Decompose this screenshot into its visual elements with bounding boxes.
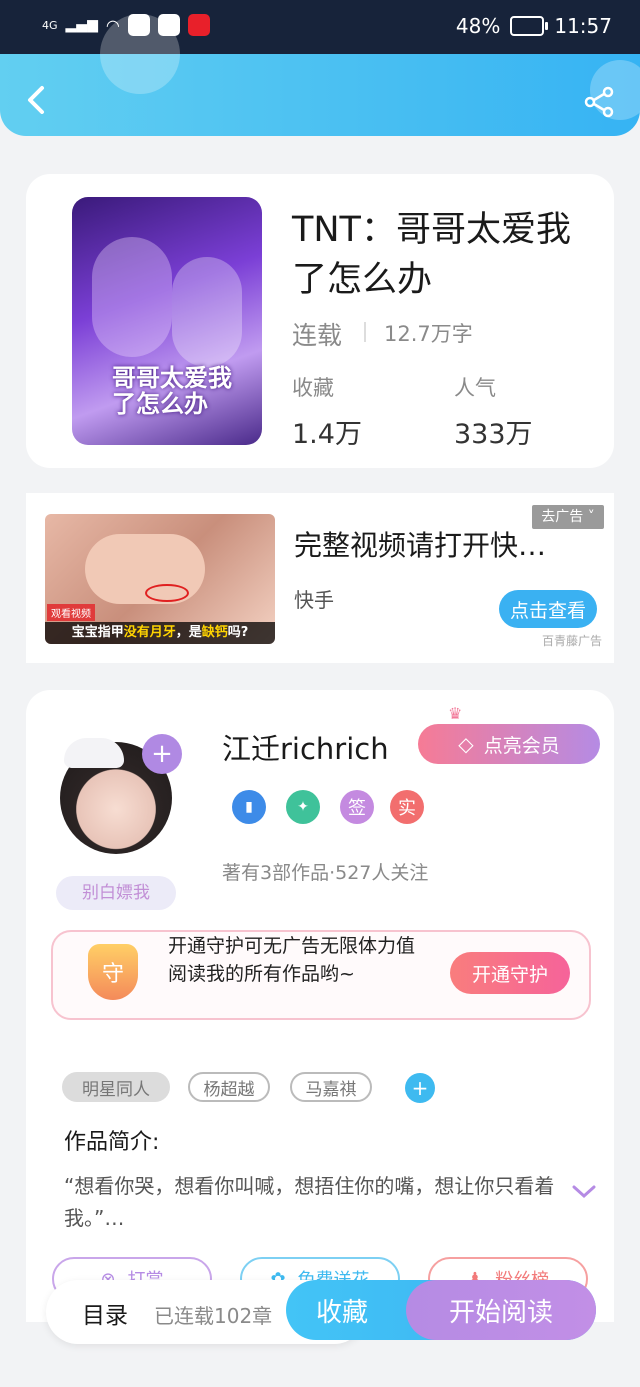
author-name: 江迁richrich: [222, 732, 389, 766]
popularity-value: 333万: [454, 419, 533, 450]
ad-highlight-circle: [145, 584, 189, 602]
expand-intro-button[interactable]: [572, 1184, 596, 1204]
network-label: 4G: [42, 18, 58, 32]
share-icon: [584, 86, 614, 118]
badge-signed: 签: [340, 790, 374, 824]
cover-title: 哥哥太爱我了怎么办: [112, 364, 232, 418]
ad-image[interactable]: 观看视频 宝宝指甲没有月牙，是缺钙吗?: [45, 514, 275, 644]
plus-icon: +: [411, 1076, 429, 1100]
status-bar: 4G ▂▄▆ ◠ 48% 11:57: [0, 0, 640, 54]
ad-view-button[interactable]: 点击查看: [499, 590, 597, 628]
book-cover[interactable]: 哥哥太爱我了怎么办: [72, 197, 262, 445]
crown-icon: ♛: [448, 704, 463, 723]
back-button[interactable]: [22, 84, 52, 114]
diamond-icon: ◇: [458, 732, 474, 756]
collect-button[interactable]: 收藏: [290, 1280, 394, 1340]
collect-value: 1.4万: [292, 419, 362, 450]
tag-item[interactable]: 马嘉祺: [290, 1072, 372, 1102]
ad-title[interactable]: 完整视频请打开快…: [294, 524, 546, 564]
vip-button[interactable]: ◇ 点亮会员: [418, 724, 600, 764]
plus-icon: +: [151, 739, 173, 769]
app-notify-icon-3: [187, 14, 210, 36]
start-reading-button[interactable]: 开始阅读: [406, 1280, 596, 1340]
divider: [364, 322, 366, 342]
chevron-down-icon: ˅: [583, 509, 595, 525]
tag-category[interactable]: 明星同人: [62, 1072, 170, 1102]
vip-button-label: 点亮会员: [483, 734, 560, 757]
ad-caption-highlight: 缺钙: [201, 625, 228, 640]
add-tag-button[interactable]: +: [405, 1073, 435, 1103]
ad-caption: 宝宝指甲没有月牙，是缺钙吗?: [45, 622, 275, 644]
ad-video-badge: 观看视频: [47, 604, 95, 621]
chapter-count: 已连载102章: [154, 1304, 273, 1328]
decor-bubble: [100, 14, 180, 94]
intro-heading: 作品简介:: [64, 1130, 160, 1155]
cover-figure: [172, 257, 242, 367]
chevron-down-icon: [572, 1185, 596, 1199]
guard-text: 开通守护可无广告无限体力值阅读我的所有作品哟~: [168, 935, 416, 985]
intro-text: “想看你哭，想看你叫喊，想捂住你的嘴，想让你只看着我。”…: [64, 1174, 555, 1230]
remove-ad-label: 去广告: [541, 509, 584, 525]
popularity-label: 人气: [454, 376, 496, 400]
badge-handshake-icon: ✦: [286, 790, 320, 824]
badge-verified: 实: [390, 790, 424, 824]
collect-label: 收藏: [292, 376, 334, 400]
author-stats: 著有3部作品·527人关注: [222, 862, 429, 884]
ad-caption-suffix: 吗?: [227, 625, 249, 640]
battery-percent: 48%: [455, 14, 501, 38]
avatar-hat: [64, 738, 124, 768]
ad-caption-prefix: 宝宝指甲: [71, 625, 124, 640]
status-right: 48% 11:57: [456, 14, 612, 38]
chevron-left-icon: [28, 86, 44, 114]
signal-icon: ▂▄▆: [65, 17, 98, 33]
word-count: 12.7万字: [384, 322, 473, 346]
toc-button[interactable]: 目录: [82, 1296, 128, 1330]
book-status: 连载: [292, 321, 343, 350]
guard-button[interactable]: 开通守护: [450, 952, 570, 994]
book-title: TNT：哥哥太爱我了怎么办: [292, 210, 571, 300]
follow-button[interactable]: +: [142, 734, 182, 774]
badge-level-icon: ▮: [232, 790, 266, 824]
guard-shield-icon: 守: [88, 944, 138, 1000]
clock: 11:57: [554, 14, 612, 38]
tag-item[interactable]: 杨超越: [188, 1072, 270, 1102]
ad-source: 快手: [294, 588, 334, 612]
ad-caption-middle: ，是: [175, 625, 202, 640]
author-tagline: 别白嫖我: [56, 876, 176, 910]
top-header: [0, 14, 640, 136]
ad-caption-highlight: 没有月牙: [123, 625, 176, 640]
cover-figure: [92, 237, 172, 357]
ad-provider: 百青藤广告: [542, 634, 603, 648]
battery-icon: [510, 16, 549, 36]
share-button[interactable]: [584, 86, 616, 118]
